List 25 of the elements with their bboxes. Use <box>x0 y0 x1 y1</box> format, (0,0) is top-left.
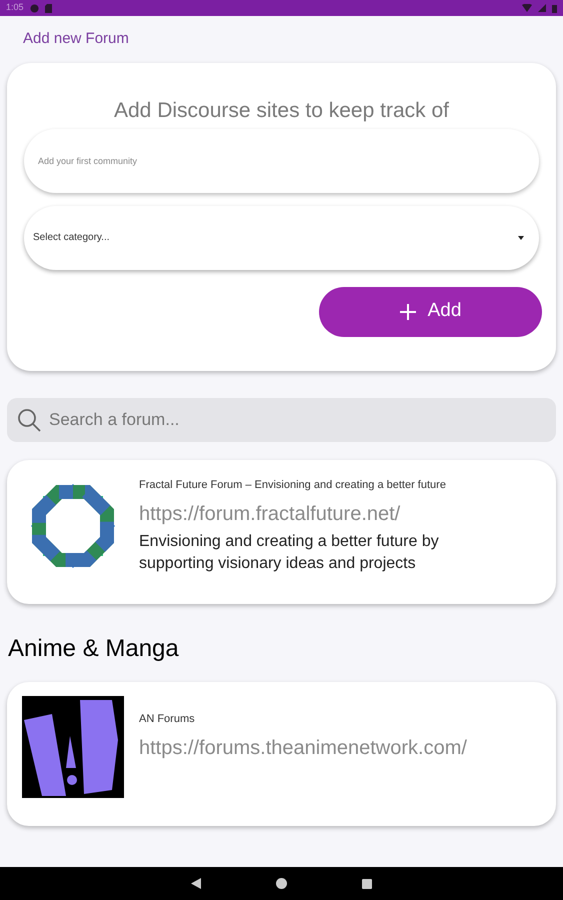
category-select[interactable]: Select category... <box>24 206 539 270</box>
sd-card-icon <box>44 4 52 12</box>
forum-url: https://forum.fractalfuture.net/ <box>139 502 402 526</box>
forum-url: https://forums.theanimenetwork.com/ <box>139 736 467 760</box>
forum-card[interactable]: Fractal Future Forum – Envisioning and creating a better future https://forum.fractalfuture.net/ Envisioning and creating a better future by supporting visionary ideas and projects <box>7 460 556 604</box>
community-field[interactable]: Add your first community <box>24 128 539 192</box>
plus-icon <box>400 304 416 320</box>
home-icon[interactable] <box>276 878 287 889</box>
back-icon[interactable] <box>191 878 201 889</box>
status-time: 1:05 <box>6 1 24 14</box>
wifi-icon <box>522 4 532 12</box>
recents-icon[interactable] <box>362 878 372 888</box>
forum-description: Envisioning and creating a better future by supporting visionary ideas and projects <box>139 532 440 574</box>
forum-card[interactable]: AN Forums https://forums.theanimenetwork.com/ <box>7 682 556 826</box>
search-icon <box>17 408 41 432</box>
battery-icon <box>552 4 557 12</box>
search-field[interactable]: Search a forum... <box>7 398 556 442</box>
signal-icon <box>538 4 546 12</box>
page-title: Add new Forum <box>22 29 130 49</box>
add-button[interactable]: Add <box>319 286 542 336</box>
card-heading: Add Discourse sites to keep track of <box>113 98 450 124</box>
caret-icon <box>518 236 524 240</box>
forum-title: Fractal Future Forum – Envisioning and creating a better future <box>139 478 447 492</box>
section-heading: Anime & Manga <box>7 634 180 664</box>
forum-title: AN Forums <box>139 712 196 726</box>
